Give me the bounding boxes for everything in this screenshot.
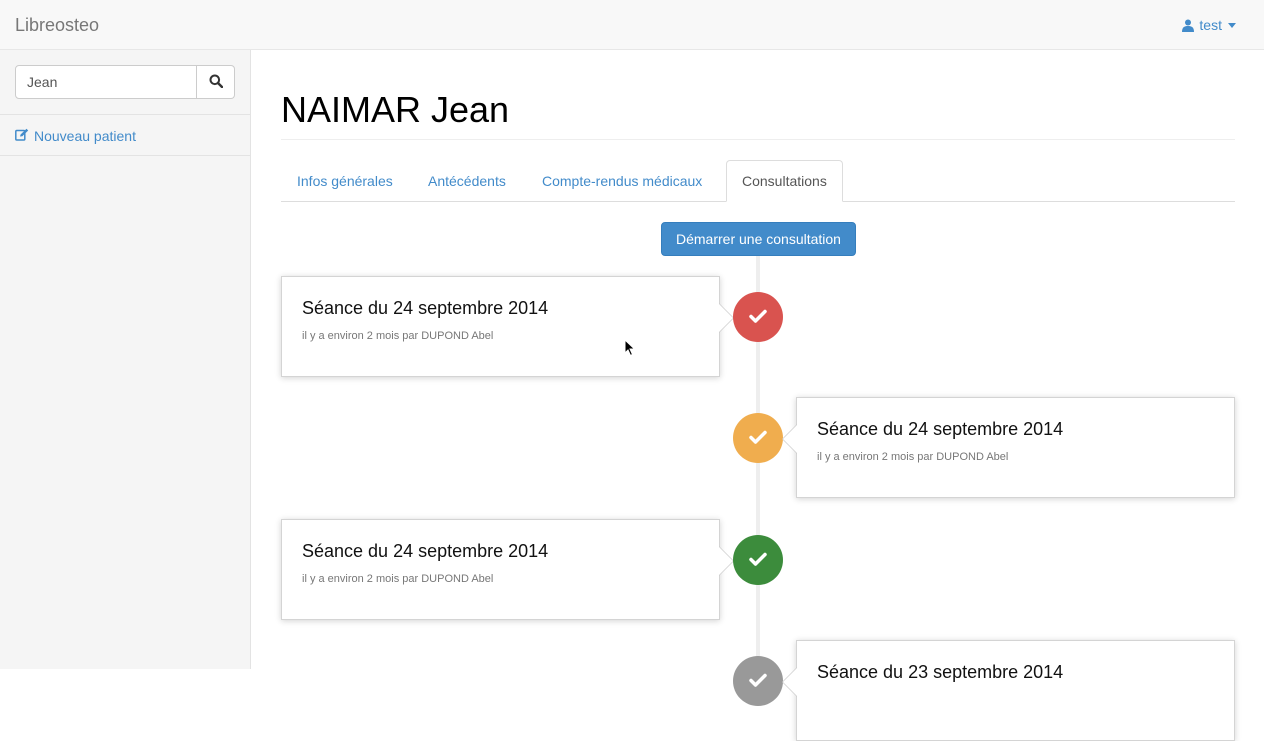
mouse-cursor [624,338,636,360]
page-header: NAIMAR Jean [281,88,1235,140]
search-icon [209,74,223,91]
caret-down-icon [1228,22,1236,28]
tab-antecedents[interactable]: Antécédents [413,160,521,202]
timeline-entry[interactable]: Séance du 24 septembre 2014 il y a envir… [281,519,734,620]
timeline-entry[interactable]: Séance du 23 septembre 2014 [782,640,1235,741]
new-patient-label: Nouveau patient [34,128,136,144]
consultation-title: Séance du 24 septembre 2014 [302,298,549,318]
user-name: test [1199,17,1222,33]
sidebar-divider [0,114,250,115]
start-consultation-button[interactable]: Démarrer une consultation [661,222,856,256]
brand-link[interactable]: Libreosteo [15,15,99,35]
patient-search-input[interactable] [15,65,197,99]
timeline-badge [733,535,783,585]
check-icon [749,673,767,690]
timeline-badge [733,656,783,706]
patient-tabs: Infos générales Antécédents Compte-rendu… [281,160,1235,202]
consultation-title: Séance du 23 septembre 2014 [817,662,1064,682]
tab-consultations[interactable]: Consultations [726,160,843,202]
timeline-badge [733,292,783,342]
new-patient-link[interactable]: Nouveau patient [15,128,136,144]
consultation-title: Séance du 24 septembre 2014 [302,541,549,561]
timeline-badge [733,413,783,463]
edit-icon [15,128,29,144]
check-icon [749,430,767,447]
patient-search-group [15,65,235,99]
check-icon [749,552,767,569]
search-button[interactable] [197,65,235,99]
consultation-meta: il y a environ 2 mois par DUPOND Abel [302,573,494,585]
sidebar-divider [0,155,250,156]
consultation-title: Séance du 24 septembre 2014 [817,419,1064,439]
timeline-entry[interactable]: Séance du 24 septembre 2014 il y a envir… [782,397,1235,498]
check-icon [749,309,767,326]
consultation-meta: il y a environ 2 mois par DUPOND Abel [817,451,1009,463]
consultation-meta: il y a environ 2 mois par DUPOND Abel [302,330,494,342]
timeline-entry[interactable]: Séance du 24 septembre 2014 il y a envir… [281,276,734,377]
patient-name-title: NAIMAR Jean [281,89,510,130]
sidebar: Nouveau patient [0,50,251,669]
tab-compte-rendus-medicaux[interactable]: Compte-rendus médicaux [527,160,717,202]
user-icon [1182,19,1195,32]
tab-infos-generales[interactable]: Infos générales [282,160,408,202]
top-navbar: Libreosteo test [0,0,1264,50]
user-menu-dropdown[interactable]: test [1182,17,1236,33]
